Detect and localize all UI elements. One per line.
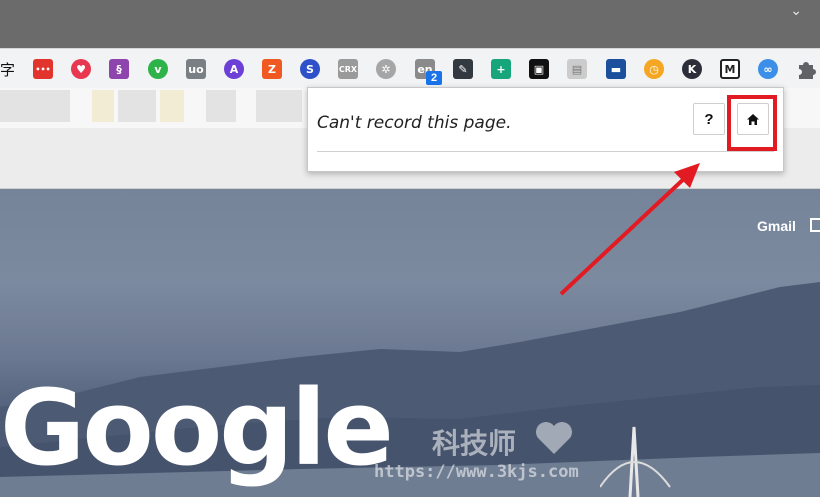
truncated-toolbar-text: 字 xyxy=(0,61,16,79)
blurred-bookmark[interactable] xyxy=(160,90,184,122)
watermark-url: https://www.3kjs.com xyxy=(374,462,579,482)
extension-badge-count: 2 xyxy=(426,71,442,85)
annotation-highlight-box xyxy=(727,95,777,151)
ext-blue-swirl-icon[interactable]: S xyxy=(300,59,320,79)
ext-dark-wrench-icon[interactable]: ✎ xyxy=(453,59,473,79)
watermark-text: 科技师 xyxy=(432,427,517,460)
extension-popup: Can't record this page. ? xyxy=(307,87,784,172)
blurred-bookmark[interactable] xyxy=(118,90,156,122)
apps-grid-icon[interactable] xyxy=(810,218,820,232)
blurred-bookmark[interactable] xyxy=(206,90,236,122)
ext-pink-fox-icon[interactable]: ♥ xyxy=(71,59,91,79)
ext-green-v-icon[interactable]: v xyxy=(148,59,168,79)
ext-orange-clock-icon[interactable]: ◷ xyxy=(644,59,664,79)
watermark-heart-icon xyxy=(536,422,572,454)
help-button[interactable]: ? xyxy=(693,103,725,135)
ext-black-glasses-icon[interactable]: ▣ xyxy=(529,59,549,79)
popup-divider xyxy=(317,151,774,152)
ext-blue-flag-icon[interactable]: ▬ xyxy=(606,59,626,79)
google-logo: Google xyxy=(0,367,394,489)
blurred-bookmark[interactable] xyxy=(256,90,302,122)
window-menu-chevron[interactable]: ⌄ xyxy=(790,2,802,19)
ext-m-icon[interactable]: M xyxy=(720,59,740,79)
blurred-bookmark[interactable] xyxy=(0,90,70,122)
extension-toolbar: 字 ••• ♥ § v uo A Z S CRX ✲ en ✎ + ▣ ▤ ▬ ◷ K M ∞ xyxy=(0,48,820,133)
bridge-silhouette xyxy=(600,426,671,497)
gmail-link[interactable]: Gmail xyxy=(757,218,796,234)
ext-red-dots-icon[interactable]: ••• xyxy=(33,59,53,79)
ext-purple-a-icon[interactable]: A xyxy=(224,59,244,79)
extensions-puzzle-icon[interactable] xyxy=(795,58,817,80)
ext-purple-s-icon[interactable]: § xyxy=(109,59,129,79)
ext-teal-plus-icon[interactable]: + xyxy=(491,59,511,79)
ext-crx-icon[interactable]: CRX xyxy=(338,59,358,79)
ext-gray-circle-icon[interactable]: ✲ xyxy=(376,59,396,79)
ext-dark-k-icon[interactable]: K xyxy=(682,59,702,79)
active-recorder-extension-icon[interactable]: ∞ xyxy=(758,59,778,79)
ext-orange-z-icon[interactable]: Z xyxy=(262,59,282,79)
ext-gray-doc-icon[interactable]: ▤ xyxy=(567,59,587,79)
blurred-bookmark[interactable] xyxy=(92,90,114,122)
ext-ublock-icon[interactable]: uo xyxy=(186,59,206,79)
browser-titlebar: ⌄ xyxy=(0,0,820,48)
popup-message: Can't record this page. xyxy=(317,113,512,133)
